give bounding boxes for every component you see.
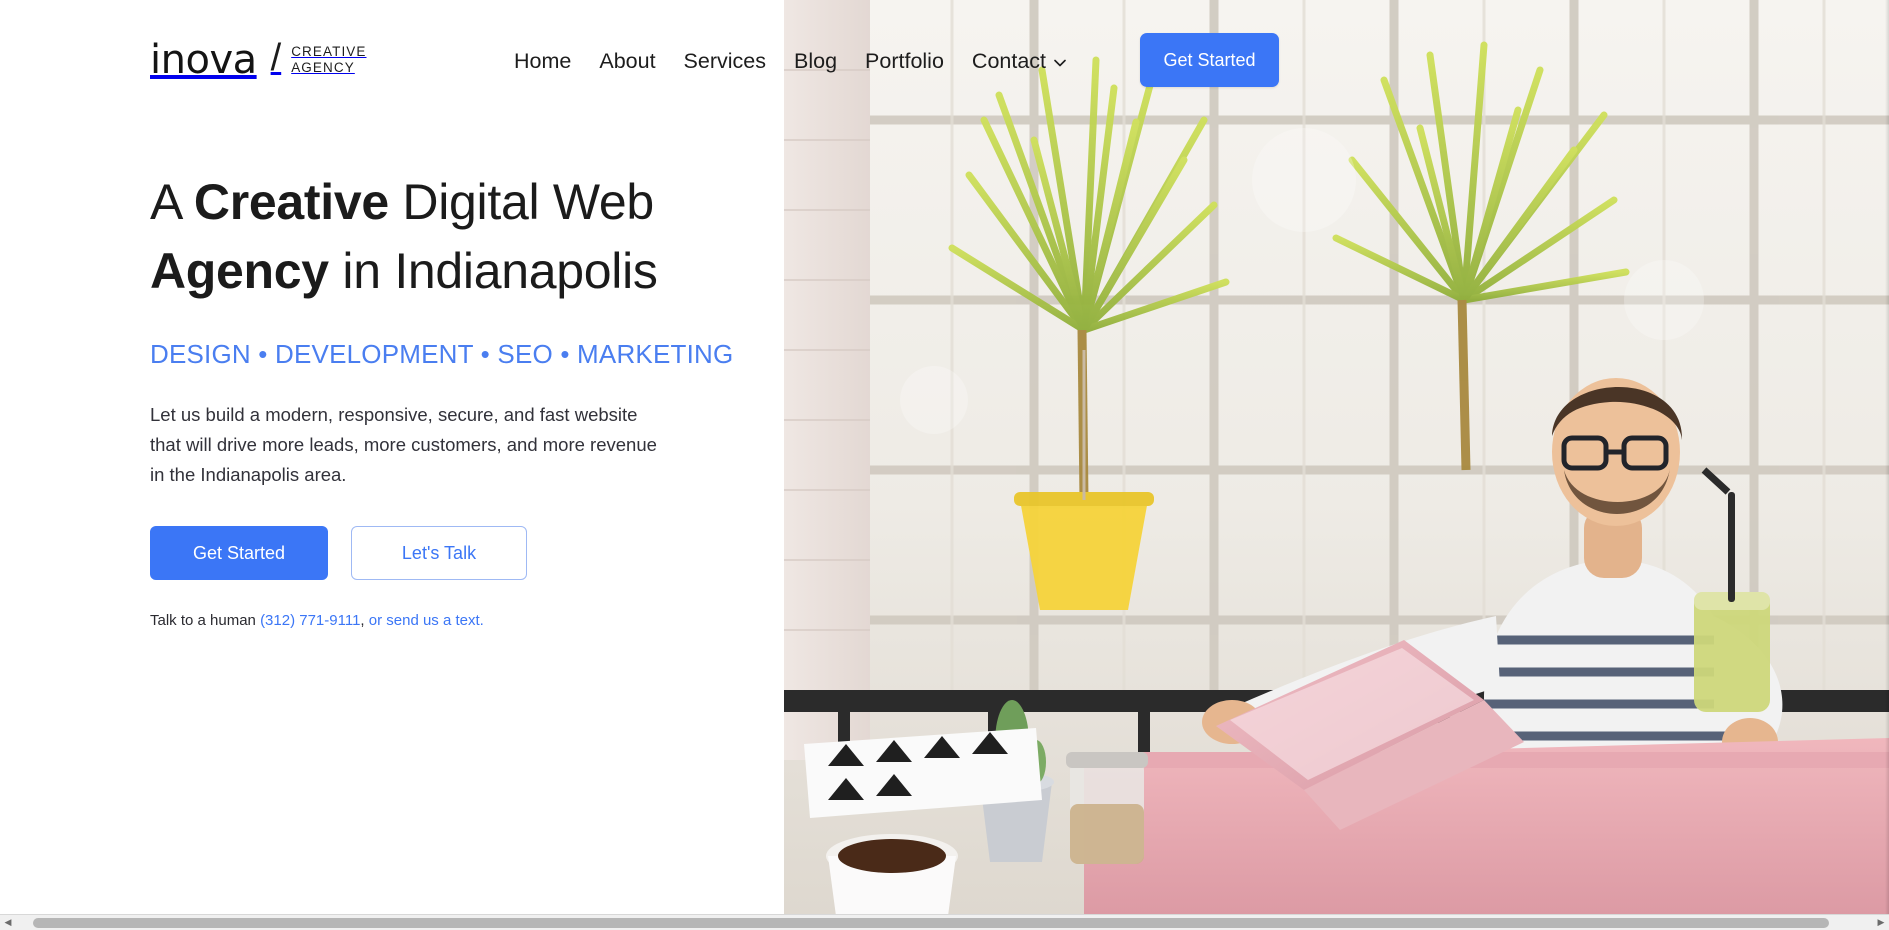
hero-tagline: DESIGN • DEVELOPMENT • SEO • MARKETING bbox=[150, 339, 734, 369]
contact-phone-link[interactable]: (312) 771-9111 bbox=[260, 612, 360, 629]
hero-contact-line: Talk to a human (312) 771-9111, or send … bbox=[150, 610, 770, 631]
hero-title-bold-creative: Creative bbox=[193, 174, 389, 230]
hero-photo-illustration bbox=[784, 0, 1889, 916]
nav-item-about[interactable]: About bbox=[585, 44, 669, 78]
hero-description: Let us build a modern, responsive, secur… bbox=[150, 404, 657, 486]
contact-prefix-label: Talk to a human bbox=[150, 612, 261, 630]
chevron-down-icon bbox=[1054, 59, 1066, 67]
logo-subtitle-line2: AGENCY bbox=[291, 60, 355, 75]
horizontal-scrollbar-track[interactable] bbox=[16, 915, 1873, 930]
contact-separator: , bbox=[360, 612, 369, 630]
logo-subtitle: CREATIVE AGENCY bbox=[291, 44, 366, 75]
nav-item-blog[interactable]: Blog bbox=[780, 44, 851, 78]
scroll-left-arrow-icon[interactable]: ◀ bbox=[0, 915, 16, 930]
nav-item-portfolio[interactable]: Portfolio bbox=[851, 44, 958, 78]
hero-title-part1: A bbox=[150, 174, 194, 230]
horizontal-scrollbar-thumb[interactable] bbox=[33, 917, 1829, 928]
nav-item-contact[interactable]: Contact bbox=[958, 44, 1080, 78]
hero-lets-talk-button[interactable]: Let's Talk bbox=[351, 526, 527, 581]
nav-item-home[interactable]: Home bbox=[500, 44, 585, 78]
nav-item-contact-label: Contact bbox=[971, 49, 1047, 73]
hero-title-part2: Digital Web bbox=[388, 174, 654, 230]
site-header: inova / CREATIVE AGENCY Home About Servi… bbox=[0, 0, 1889, 120]
browser-viewport: inova / CREATIVE AGENCY Home About Servi… bbox=[0, 0, 1889, 930]
horizontal-scrollbar[interactable]: ◀ ▶ bbox=[0, 914, 1889, 930]
hero-action-buttons: Get Started Let's Talk bbox=[150, 526, 770, 581]
logo-wordmark: inova bbox=[150, 37, 257, 83]
hero-title-part3: in Indianapolis bbox=[328, 243, 658, 299]
logo-subtitle-line1: CREATIVE bbox=[291, 44, 367, 60]
logo-slash-divider: / bbox=[270, 37, 282, 79]
page-canvas: inova / CREATIVE AGENCY Home About Servi… bbox=[0, 0, 1889, 916]
nav-item-services[interactable]: Services bbox=[670, 44, 780, 78]
hero-photo bbox=[784, 0, 1889, 916]
site-logo[interactable]: inova / CREATIVE AGENCY bbox=[150, 38, 367, 82]
page-title: A Creative Digital Web Agency in Indiana… bbox=[150, 168, 770, 306]
hero-section: A Creative Digital Web Agency in Indiana… bbox=[150, 168, 770, 631]
header-get-started-button[interactable]: Get Started bbox=[1140, 33, 1279, 87]
hero-get-started-button[interactable]: Get Started bbox=[150, 526, 328, 581]
hero-title-bold-agency: Agency bbox=[150, 243, 329, 299]
scroll-right-arrow-icon[interactable]: ▶ bbox=[1873, 915, 1889, 930]
contact-send-text-link[interactable]: or send us a text. bbox=[369, 612, 484, 629]
main-navigation: Home About Services Blog Portfolio Conta… bbox=[500, 44, 1080, 78]
